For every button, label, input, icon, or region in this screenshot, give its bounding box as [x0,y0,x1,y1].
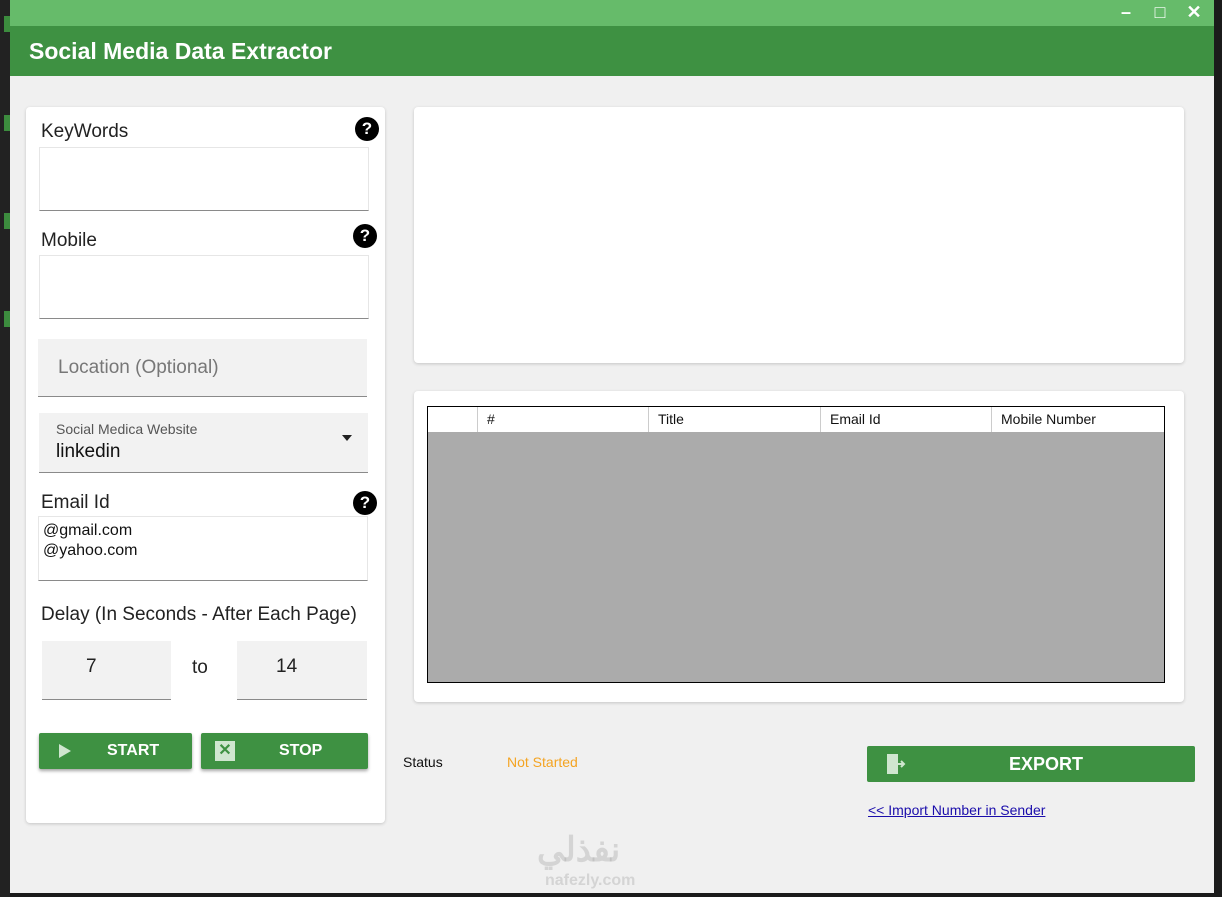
stop-icon: ✕ [215,741,235,761]
mobile-label: Mobile [41,230,97,251]
watermark-url: nafezly.com [545,872,636,889]
delay-to-label: to [192,657,208,678]
mobile-input[interactable] [39,255,369,319]
location-placeholder: Location (Optional) [58,357,219,378]
play-icon [59,744,71,758]
minimize-button[interactable]: – [1116,2,1136,22]
grid-header-cell[interactable]: Title [649,407,821,432]
grid-header-cell[interactable] [428,407,478,432]
grid-header-cell[interactable]: Email Id [821,407,992,432]
grid-header-cell[interactable]: # [478,407,649,432]
keywords-input[interactable] [39,147,369,211]
keywords-label: KeyWords [41,121,129,142]
email-domains-input[interactable]: @gmail.com @yahoo.com [38,516,368,581]
stop-button[interactable]: ✕ STOP [201,733,368,769]
start-button[interactable]: START [39,733,192,769]
mobile-help-icon[interactable]: ? [353,224,377,248]
start-button-label: START [107,742,160,759]
website-select-value: linkedin [56,441,121,462]
import-number-link[interactable]: << Import Number in Sender [868,802,1045,818]
email-domain-line: @gmail.com [43,522,133,539]
app-window: – □ ✕ Social Media Data Extractor KeyWor… [10,0,1214,893]
app-title: Social Media Data Extractor [29,38,332,64]
app-header: Social Media Data Extractor [10,26,1214,76]
delay-from-input[interactable]: 7 [42,641,171,700]
email-label: Email Id [41,492,110,513]
watermark-logo: نفذلي [537,831,621,869]
status-label: Status [403,754,443,770]
website-select-caption: Social Medica Website [56,421,198,437]
email-domains-text: @gmail.com @yahoo.com [43,521,138,561]
keywords-help-icon[interactable]: ? [355,117,379,141]
delay-to-value: 14 [276,656,298,677]
export-button-label: EXPORT [1008,754,1083,774]
grid-header: # Title Email Id Mobile Number [428,407,1164,432]
close-button[interactable]: ✕ [1184,2,1204,22]
background-desktop [0,0,10,897]
email-domain-line: @yahoo.com [43,542,138,559]
window-titlebar: – □ ✕ [10,0,1214,26]
location-input[interactable]: Location (Optional) [38,339,367,397]
delay-label: Delay (In Seconds - After Each Page) [41,604,357,625]
email-help-icon[interactable]: ? [353,491,377,515]
delay-from-value: 7 [86,656,97,677]
chevron-down-icon [342,435,352,441]
delay-to-input[interactable]: 14 [237,641,367,700]
export-button[interactable]: EXPORT [867,746,1195,782]
results-panel: # Title Email Id Mobile Number [414,391,1184,702]
website-select[interactable]: Social Medica Website linkedin [39,413,368,473]
log-panel [414,107,1184,363]
status-value: Not Started [507,754,578,770]
maximize-button[interactable]: □ [1150,2,1170,22]
window-controls: – □ ✕ [1116,2,1204,22]
grid-header-cell[interactable]: Mobile Number [992,407,1164,432]
results-grid[interactable]: # Title Email Id Mobile Number [427,406,1165,683]
stop-button-label: STOP [279,742,323,759]
input-panel: KeyWords ? Mobile ? Location (Optional) … [26,107,385,823]
